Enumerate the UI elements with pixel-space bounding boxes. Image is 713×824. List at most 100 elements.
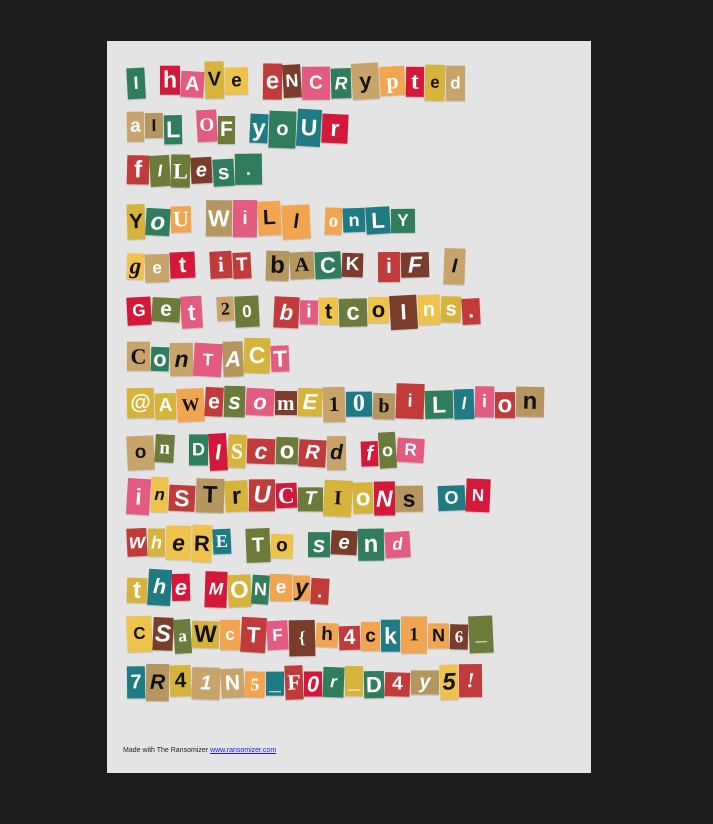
letter-tile: R bbox=[145, 663, 170, 701]
letter-tile: A bbox=[154, 392, 177, 420]
letter-tile: d bbox=[384, 530, 412, 558]
letter-tile: U bbox=[296, 108, 323, 148]
ransomizer-link[interactable]: www.ransomizer.com bbox=[210, 747, 276, 754]
letter-tile: c bbox=[360, 622, 380, 652]
letter-tile: y bbox=[249, 113, 269, 144]
letter-tile: M bbox=[204, 571, 228, 609]
note-line: 7 R 4 1 N 5 _ F 0 r _ D 4 y 5! bbox=[126, 663, 591, 710]
letter-tile: I bbox=[322, 479, 353, 517]
letter-tile: 5 bbox=[439, 663, 459, 700]
letter-tile: h bbox=[147, 568, 173, 607]
letter-tile: n bbox=[358, 527, 385, 561]
letter-tile: n bbox=[417, 294, 441, 326]
letter-tile: i bbox=[299, 300, 319, 325]
letter-tile: i bbox=[209, 251, 233, 280]
letter-tile: C bbox=[243, 337, 271, 374]
letter-tile: t bbox=[405, 66, 425, 97]
letter-tile: S bbox=[227, 433, 247, 468]
letter-tile: L bbox=[163, 115, 183, 145]
letter-tile: a bbox=[173, 618, 193, 654]
letter-tile: e bbox=[424, 64, 446, 101]
letter-tile: @ bbox=[126, 387, 155, 419]
letter-tile: b bbox=[273, 295, 300, 328]
letter-tile: T bbox=[297, 487, 323, 512]
letter-tile: 4 bbox=[384, 672, 411, 697]
letter-tile: O bbox=[437, 485, 466, 512]
letter-tile: i bbox=[125, 477, 152, 516]
letter-tile: N bbox=[220, 667, 245, 698]
letter-tile: l bbox=[280, 204, 311, 240]
letter-tile: 6 bbox=[449, 624, 468, 651]
letter-tile: n bbox=[169, 342, 194, 377]
letter-tile: C bbox=[314, 251, 342, 280]
letter-tile: e bbox=[330, 529, 358, 555]
letter-tile: b bbox=[372, 392, 395, 420]
letter-tile: 4 bbox=[169, 664, 192, 697]
letter-tile: Y bbox=[126, 203, 146, 240]
footer-credit: Made with The Ransomizer www.ransomizer.… bbox=[123, 747, 276, 754]
letter-tile: C bbox=[126, 615, 153, 653]
letter-tile: E bbox=[297, 387, 322, 417]
letter-tile: N bbox=[465, 478, 491, 513]
letter-tile: t bbox=[180, 295, 204, 329]
letter-tile: n bbox=[515, 386, 544, 417]
letter-tile: . bbox=[234, 153, 263, 186]
letter-tile: { bbox=[288, 619, 316, 657]
letter-tile: I bbox=[207, 432, 229, 471]
letter-tile: I bbox=[144, 113, 164, 139]
letter-tile: T bbox=[245, 527, 272, 563]
letter-tile: C bbox=[301, 66, 331, 100]
letter-tile: c bbox=[338, 298, 368, 327]
letter-tile: g bbox=[126, 252, 145, 280]
letter-tile: 2 bbox=[216, 296, 235, 322]
letter-tile: n bbox=[342, 207, 365, 233]
letter-tile: i bbox=[394, 383, 425, 420]
letter-tile: T bbox=[192, 342, 223, 378]
letter-tile: t bbox=[318, 296, 339, 325]
letter-tile: F bbox=[400, 252, 430, 279]
letter-tile: i bbox=[474, 386, 494, 418]
letter-tile: s bbox=[223, 386, 246, 418]
letter-tile: s bbox=[395, 485, 424, 512]
letter-tile: o bbox=[367, 296, 390, 324]
letter-tile: n bbox=[154, 434, 175, 464]
letter-tile: n bbox=[150, 477, 169, 513]
footer-text: Made with The Ransomizer bbox=[123, 747, 211, 754]
letter-tile: c bbox=[219, 619, 240, 650]
letter-tile: Y bbox=[390, 208, 415, 234]
note-line: C Sa Wc T F{h 4 c k 1 N 6 _ bbox=[126, 615, 591, 663]
letter-tile: r bbox=[224, 480, 249, 513]
letter-tile: U bbox=[248, 479, 276, 512]
letter-tile: r bbox=[322, 666, 345, 698]
letter-tile: D bbox=[188, 433, 209, 466]
letter-tile: K bbox=[341, 252, 364, 278]
letter-tile: r bbox=[321, 113, 349, 144]
letter-tile: c bbox=[246, 437, 276, 464]
letter-tile: o bbox=[126, 435, 155, 471]
letter-tile: _ bbox=[265, 671, 285, 696]
letter-tile: T bbox=[270, 344, 290, 372]
letter-tile: . bbox=[461, 298, 481, 325]
letter-tile: _ bbox=[345, 666, 363, 697]
letter-tile: e bbox=[171, 573, 191, 601]
letter-tile: e bbox=[151, 296, 181, 323]
letter-tile: R bbox=[191, 524, 213, 563]
letter-tile: I bbox=[443, 247, 466, 285]
letter-tile: b bbox=[265, 250, 290, 281]
letter-tile: o bbox=[270, 533, 294, 558]
note-line: inSTrUCTIoNsON bbox=[125, 477, 591, 525]
letter-tile: F bbox=[217, 115, 236, 144]
letter-tile: o bbox=[352, 482, 374, 515]
letter-tile: h bbox=[148, 527, 166, 557]
letter-tile: 0 bbox=[234, 294, 260, 328]
letter-tile: 1 bbox=[191, 667, 221, 700]
letter-tile: o bbox=[377, 431, 398, 469]
note-line: aILOFyoUr bbox=[126, 108, 591, 155]
letter-tile: e bbox=[204, 387, 224, 418]
letter-tile: i bbox=[377, 251, 401, 282]
letter-tile: y bbox=[410, 670, 439, 695]
letter-tile: R bbox=[396, 437, 425, 464]
letter-tile: T bbox=[239, 617, 267, 654]
letter-tile: 4 bbox=[338, 625, 361, 651]
letter-tile: f bbox=[360, 440, 379, 467]
